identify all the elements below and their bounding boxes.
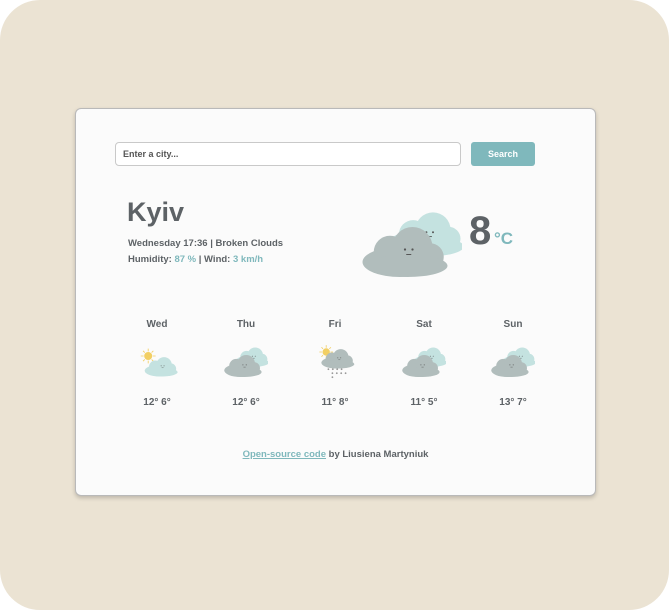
min-temp: 8°	[338, 397, 349, 408]
sun-cloud-icon	[135, 342, 179, 387]
forecast-temps: 13° 7°	[473, 397, 553, 408]
humidity-label: Humidity:	[128, 254, 172, 265]
weather-app-card: Search Kyiv Wednesday 17:36 | Broken Clo…	[75, 108, 596, 496]
broken-clouds-icon	[491, 342, 536, 387]
search-button[interactable]: Search	[471, 142, 535, 166]
forecast-day: Fri 11° 8°	[295, 319, 375, 408]
forecast-day-name: Sat	[416, 319, 432, 330]
weather-description: Broken Clouds	[215, 238, 284, 249]
forecast-day: Wed 12° 6°	[117, 319, 197, 408]
max-temp: 11°	[410, 397, 426, 408]
sun-rain-icon	[313, 342, 357, 387]
broken-clouds-icon	[224, 342, 269, 387]
forecast-day-name: Sun	[503, 319, 523, 330]
forecast-temps: 11° 5°	[384, 397, 464, 408]
max-temp: 13°	[499, 397, 515, 408]
footer: Open-source code by Liusiena Martyniuk	[76, 449, 595, 460]
date-description: Wednesday 17:36 | Broken Clouds	[128, 238, 284, 249]
min-temp: 5°	[427, 397, 438, 408]
min-temp: 6°	[161, 397, 171, 408]
max-temp: 12°	[232, 397, 248, 408]
forecast-temps: 11° 8°	[295, 397, 375, 408]
forecast-day-name: Fri	[328, 319, 342, 330]
forecast-day: Sun 13° 7°	[473, 319, 553, 408]
forecast-day-name: Wed	[146, 319, 168, 330]
wind-label: Wind:	[204, 254, 231, 265]
datetime: Wednesday 17:36	[128, 238, 208, 249]
forecast-day-name: Thu	[236, 319, 256, 330]
city-name: Kyiv	[127, 197, 185, 227]
open-source-link[interactable]: Open-source code	[243, 449, 326, 460]
temperature-unit-toggle[interactable]: °C	[494, 229, 513, 249]
broken-clouds-icon	[362, 204, 464, 289]
forecast-day: Sat 11° 5°	[384, 319, 464, 408]
forecast-temps: 12° 6°	[117, 397, 197, 408]
max-temp: 12°	[143, 397, 159, 408]
humidity-value: 87 %	[174, 254, 197, 265]
forecast-temps: 12° 6°	[206, 397, 286, 408]
city-search-input[interactable]	[115, 142, 461, 166]
current-temperature: 8	[469, 209, 492, 253]
min-temp: 6°	[250, 397, 260, 408]
min-temp: 7°	[517, 397, 527, 408]
humidity-wind: Humidity: 87 % | Wind: 3 km/h	[128, 254, 264, 265]
forecast-day: Thu 12° 6°	[206, 319, 286, 408]
max-temp: 11°	[321, 397, 337, 408]
wind-value: 3 km/h	[232, 254, 264, 265]
broken-clouds-icon	[402, 342, 447, 387]
footer-credit: by Liusiena Martyniuk	[328, 449, 429, 460]
